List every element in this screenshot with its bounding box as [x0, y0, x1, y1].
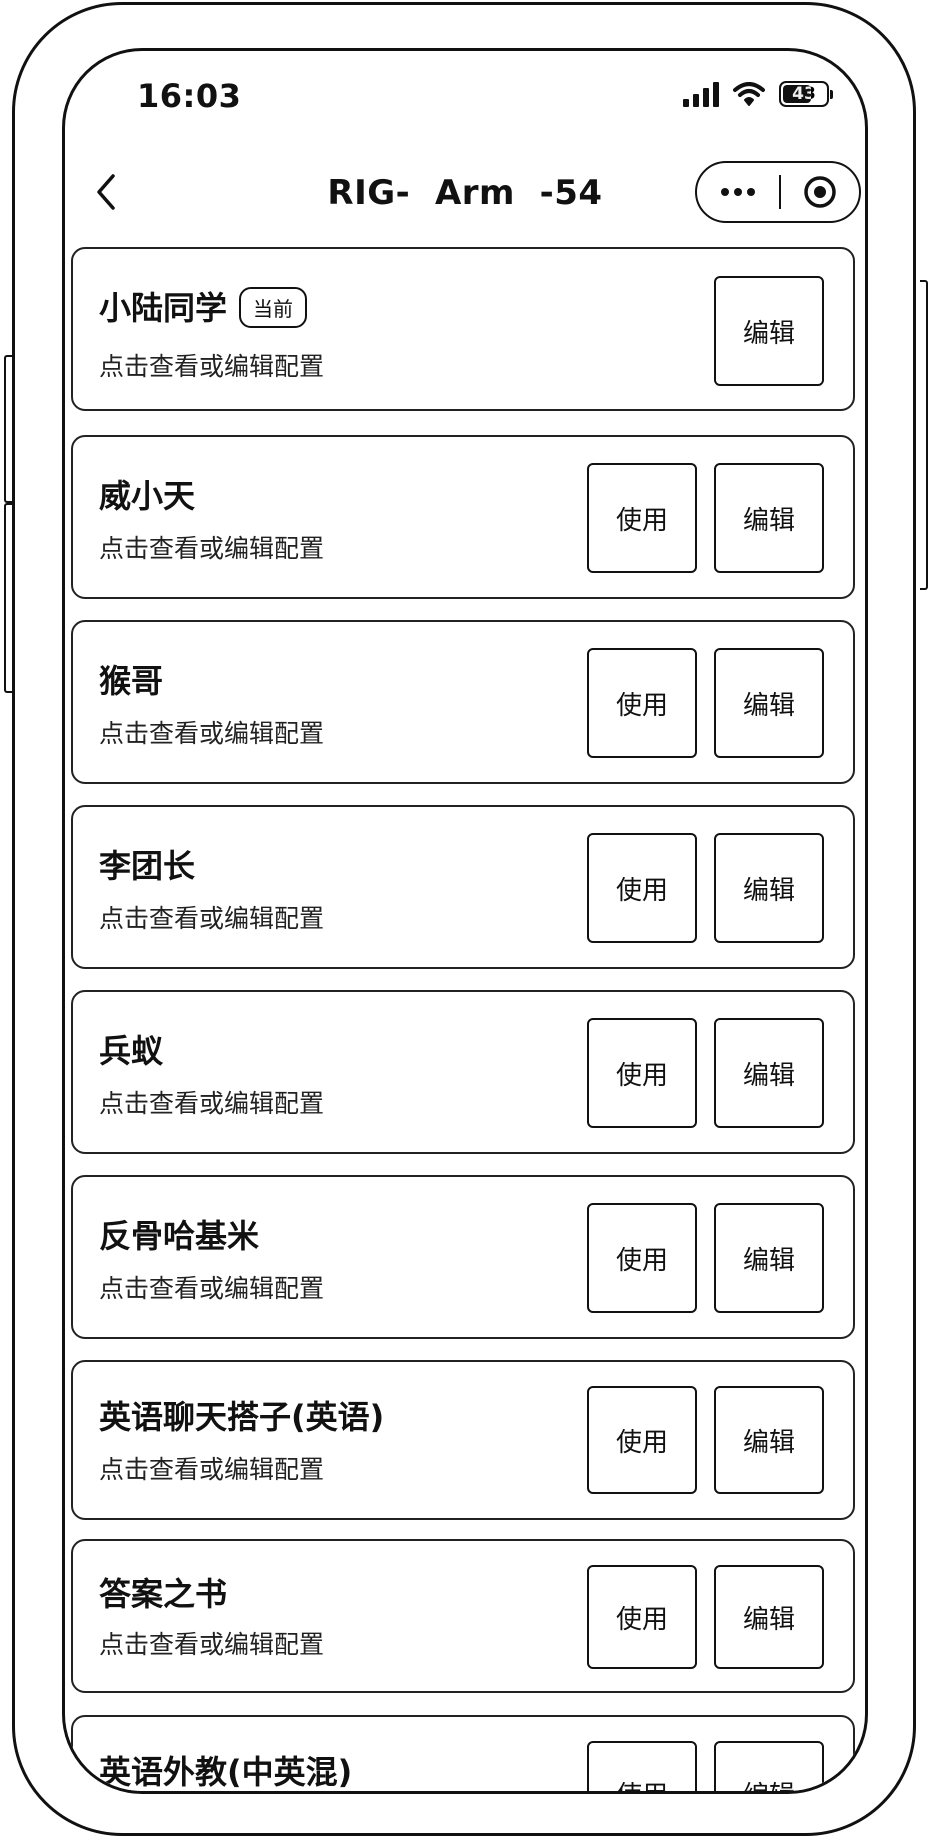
use-button[interactable]: 使用: [587, 833, 697, 943]
battery-level: 43: [792, 84, 816, 104]
role-name: 反骨哈基米: [99, 1217, 260, 1255]
edit-button[interactable]: 编辑: [714, 1018, 824, 1128]
wifi-icon: [733, 82, 765, 106]
role-card-8[interactable]: 英语外教(中英混) 使用 编辑: [71, 1715, 855, 1791]
edit-button[interactable]: 编辑: [714, 1386, 824, 1494]
role-name: 答案之书: [99, 1575, 228, 1613]
role-description: 点击查看或编辑配置: [99, 1630, 325, 1659]
role-card-0[interactable]: 小陆同学 当前 点击查看或编辑配置 编辑: [71, 247, 855, 411]
role-description: 点击查看或编辑配置: [99, 352, 325, 381]
role-name: 英语外教(中英混): [99, 1753, 353, 1791]
mini-program-capsule: [695, 161, 861, 223]
edit-button[interactable]: 编辑: [714, 1565, 824, 1669]
more-dot-icon: [747, 188, 755, 196]
role-description: 点击查看或编辑配置: [99, 719, 325, 748]
role-name-text: 小陆同学: [99, 289, 228, 327]
signal-icon: [683, 81, 719, 107]
use-button[interactable]: 使用: [587, 1203, 697, 1313]
role-card-6[interactable]: 英语聊天搭子(英语) 点击查看或编辑配置 使用 编辑: [71, 1360, 855, 1520]
battery-icon: 43: [779, 81, 833, 107]
role-card-4[interactable]: 兵蚁 点击查看或编辑配置 使用 编辑: [71, 990, 855, 1154]
role-name: 兵蚁: [99, 1032, 164, 1070]
status-icons: 43: [683, 81, 833, 107]
role-card-5[interactable]: 反骨哈基米 点击查看或编辑配置 使用 编辑: [71, 1175, 855, 1339]
phone-screen: 16:03 43 RIG- Arm -54 小陆同学 当前 点击查看或编辑配置 …: [62, 48, 868, 1794]
use-button[interactable]: 使用: [587, 1741, 697, 1791]
role-name: 小陆同学 当前: [99, 283, 308, 331]
role-name: 猴哥: [99, 662, 164, 700]
more-button[interactable]: [697, 163, 779, 221]
more-dot-icon: [734, 188, 742, 196]
role-description: 点击查看或编辑配置: [99, 534, 325, 563]
role-card-7[interactable]: 答案之书 点击查看或编辑配置 使用 编辑: [71, 1539, 855, 1693]
use-button[interactable]: 使用: [587, 1386, 697, 1494]
close-mini-program-button[interactable]: [781, 163, 859, 221]
status-time: 16:03: [137, 77, 242, 115]
use-button[interactable]: 使用: [587, 463, 697, 573]
role-description: 点击查看或编辑配置: [99, 1455, 325, 1484]
edit-button[interactable]: 编辑: [714, 1203, 824, 1313]
edit-button[interactable]: 编辑: [714, 1741, 824, 1791]
role-description: 点击查看或编辑配置: [99, 904, 325, 933]
role-description: 点击查看或编辑配置: [99, 1274, 325, 1303]
navigation-bar: RIG- Arm -54: [65, 151, 865, 241]
power-button: [920, 280, 928, 590]
volume-down-button: [4, 503, 12, 693]
role-name: 英语聊天搭子(英语): [99, 1398, 385, 1436]
role-card-1[interactable]: 威小天 点击查看或编辑配置 使用 编辑: [71, 435, 855, 599]
role-card-3[interactable]: 李团长 点击查看或编辑配置 使用 编辑: [71, 805, 855, 969]
more-dot-icon: [721, 188, 729, 196]
role-description: 点击查看或编辑配置: [99, 1089, 325, 1118]
use-button[interactable]: 使用: [587, 648, 697, 758]
role-name: 李团长: [99, 847, 196, 885]
current-badge: 当前: [239, 286, 308, 328]
status-bar: 16:03 43: [65, 51, 865, 143]
target-circle-icon: [804, 176, 836, 208]
use-button[interactable]: 使用: [587, 1018, 697, 1128]
role-card-2[interactable]: 猴哥 点击查看或编辑配置 使用 编辑: [71, 620, 855, 784]
role-name: 威小天: [99, 477, 196, 515]
volume-up-button: [4, 355, 12, 503]
edit-button[interactable]: 编辑: [714, 276, 824, 386]
edit-button[interactable]: 编辑: [714, 463, 824, 573]
use-button[interactable]: 使用: [587, 1565, 697, 1669]
edit-button[interactable]: 编辑: [714, 833, 824, 943]
edit-button[interactable]: 编辑: [714, 648, 824, 758]
